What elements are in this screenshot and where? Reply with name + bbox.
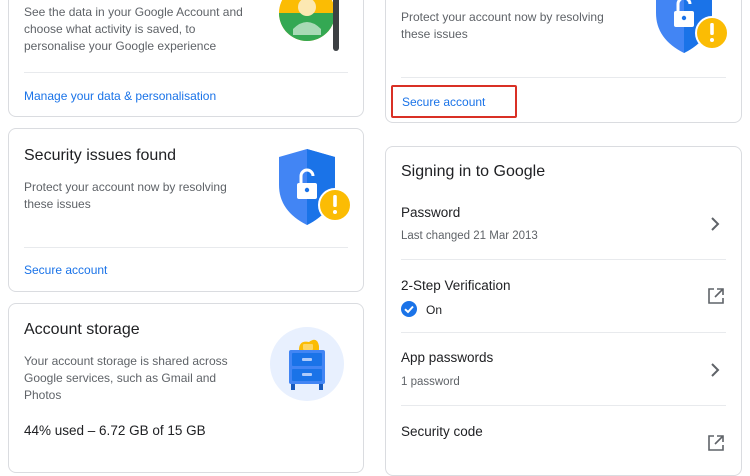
security-code-row[interactable]: Security code [386,406,741,466]
password-row[interactable]: Password Last changed 21 Mar 2013 [386,191,741,259]
open-external-icon[interactable] [707,434,725,457]
security-card-description: Protect your account now by resolving th… [24,180,227,211]
chevron-right-icon[interactable] [710,217,720,236]
data-personalisation-card: See the data in your Google Account and … [8,0,364,117]
two-step-title: 2-Step Verification [401,278,511,293]
storage-cabinet-icon [269,326,345,402]
signing-in-title: Signing in to Google [401,163,546,180]
manage-data-link[interactable]: Manage your data & personalisation [24,89,216,103]
storage-card-description: Your account storage is shared across Go… [24,354,228,402]
check-circle-icon [401,301,417,317]
data-card-description: See the data in your Google Account and … [24,5,243,53]
security-issues-card: Security issues found Protect your accou… [8,128,364,292]
signing-in-card: Signing in to Google Password Last chang… [385,146,742,476]
storage-card-title: Account storage [24,321,140,338]
app-passwords-row[interactable]: App passwords 1 password [386,333,741,405]
secure-account-link[interactable]: Secure account [402,95,485,109]
storage-usage-text: 44% used – 6.72 GB of 15 GB [24,423,206,438]
security-issues-card-right: Protect your account now by resolving th… [385,0,742,123]
two-step-verification-row[interactable]: 2-Step Verification On [386,260,741,332]
chevron-right-icon[interactable] [710,363,720,382]
security-card-title: Security issues found [24,147,177,164]
secure-account-link[interactable]: Secure account [24,263,107,277]
password-last-changed: Last changed 21 Mar 2013 [401,230,538,242]
divider [24,247,348,248]
password-title: Password [401,205,461,220]
app-passwords-title: App passwords [401,350,494,365]
security-card-description: Protect your account now by resolving th… [401,10,604,41]
divider [401,77,726,78]
account-storage-card: Account storage Your account storage is … [8,303,364,473]
divider [24,72,348,73]
shield-warning-icon [648,0,732,57]
data-privacy-illustration-icon [271,0,351,61]
open-external-icon[interactable] [707,287,725,310]
security-code-title: Security code [401,424,483,439]
app-passwords-count: 1 password [401,376,460,388]
shield-warning-icon [271,149,355,229]
two-step-status: On [426,303,443,317]
